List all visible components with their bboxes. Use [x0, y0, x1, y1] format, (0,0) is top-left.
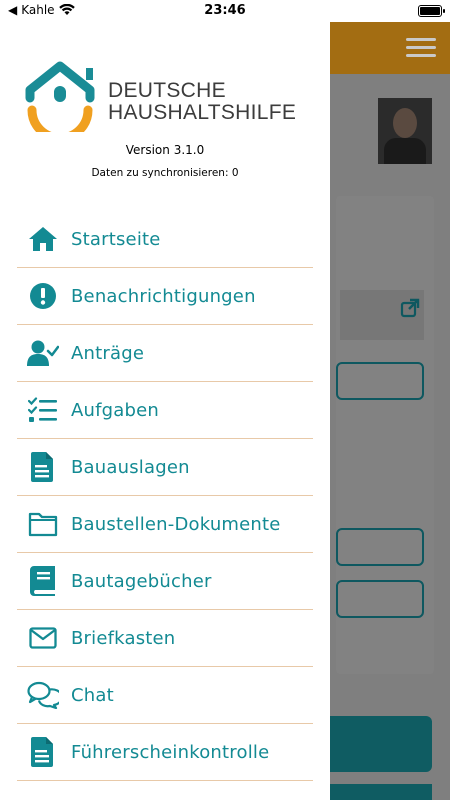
house-logo-icon — [25, 61, 95, 132]
menu-item-partial[interactable] — [17, 781, 313, 800]
menu-item-label: Bautagebücher — [71, 570, 212, 592]
menu-item-antraege[interactable]: Anträge — [17, 325, 313, 382]
menu-item-startseite[interactable]: Startseite — [17, 211, 313, 268]
menu-item-aufgaben[interactable]: Aufgaben — [17, 382, 313, 439]
document-icon — [27, 736, 59, 768]
menu-item-label: Baustellen-Dokumente — [71, 513, 281, 535]
chat-icon — [27, 679, 59, 711]
menu-item-bauauslagen[interactable]: Bauauslagen — [17, 439, 313, 496]
menu-item-label: Führerscheinkontrolle — [71, 741, 270, 763]
document-icon — [27, 451, 59, 483]
app-header — [330, 22, 450, 74]
status-time: 23:46 — [204, 3, 246, 18]
hamburger-menu-icon[interactable] — [406, 38, 436, 58]
menu-item-benachrichtigungen[interactable]: Benachrichtigungen — [17, 268, 313, 325]
avatar[interactable] — [378, 98, 432, 164]
envelope-icon — [27, 622, 59, 654]
alert-circle-icon — [27, 280, 59, 312]
menu-item-bautagebuecher[interactable]: Bautagebücher — [17, 553, 313, 610]
brand-name: DEUTSCHE HAUSHALTSHILFE — [108, 80, 296, 124]
menu-item-label: Bauauslagen — [71, 456, 190, 478]
background-field[interactable] — [336, 362, 424, 400]
menu-item-label: Anträge — [71, 342, 145, 364]
menu-item-baustellen-dokumente[interactable]: Baustellen-Dokumente — [17, 496, 313, 553]
brand-line-1: DEUTSCHE — [108, 79, 226, 102]
menu-item-briefkasten[interactable]: Briefkasten — [17, 610, 313, 667]
home-icon — [27, 223, 59, 255]
menu-item-chat[interactable]: Chat — [17, 667, 313, 724]
background-button[interactable] — [330, 784, 432, 800]
sync-status: Daten zu synchronisieren: 0 — [91, 167, 239, 179]
menu-item-fuehrerscheinkontrolle[interactable]: Führerscheinkontrolle — [17, 724, 313, 781]
menu-item-label: Aufgaben — [71, 399, 160, 421]
brand-line-2: HAUSHALTSHILFE — [108, 101, 297, 124]
book-icon — [27, 565, 59, 597]
menu-item-label: Startseite — [71, 228, 161, 250]
menu-item-label: Chat — [71, 684, 114, 706]
navigation-drawer: DEUTSCHE HAUSHALTSHILFE Version 3.1.0 Da… — [0, 22, 330, 800]
menu-item-label: Briefkasten — [71, 627, 176, 649]
calendar-icon — [27, 794, 59, 800]
background-field[interactable] — [336, 528, 424, 566]
user-check-icon — [27, 337, 59, 369]
status-bar: ◀ Kahle 23:46 — [0, 0, 450, 22]
external-link-icon[interactable] — [400, 298, 420, 318]
version-label: Version 3.1.0 — [125, 143, 205, 157]
battery-icon — [418, 5, 445, 17]
menu-item-label: Benachrichtigungen — [71, 285, 256, 307]
folder-icon — [27, 508, 59, 540]
task-list-icon — [27, 394, 59, 426]
background-field[interactable] — [336, 580, 424, 618]
background-button[interactable] — [330, 716, 432, 772]
drawer-menu: Startseite Benachrichtigungen Anträge Au… — [17, 211, 313, 800]
